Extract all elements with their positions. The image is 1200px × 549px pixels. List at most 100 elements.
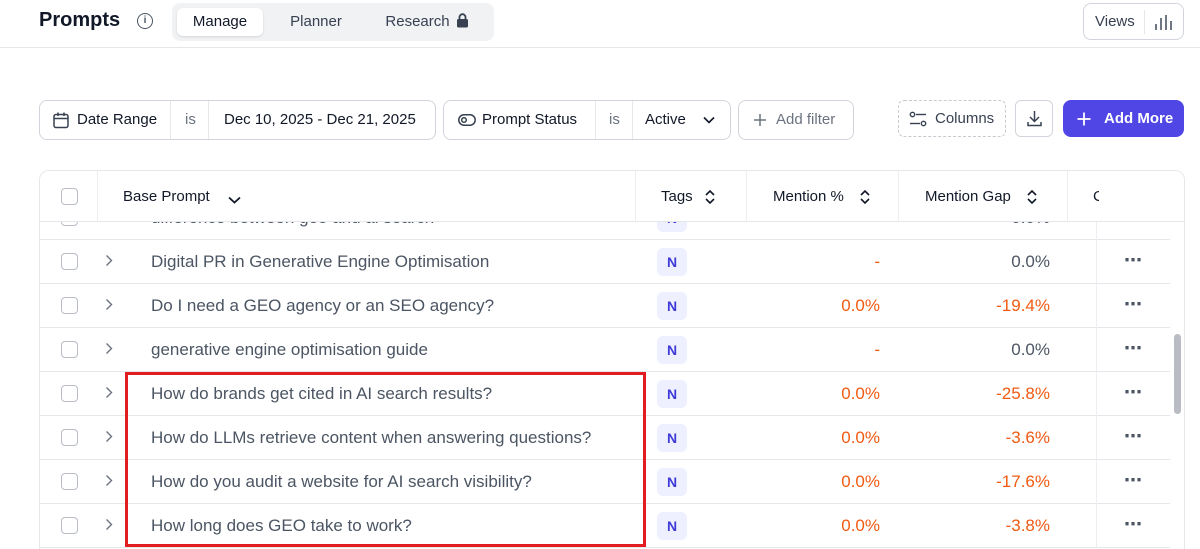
sort-icon (1027, 190, 1037, 204)
chevron-down-icon (228, 196, 241, 204)
columns-button[interactable]: Columns (898, 100, 1006, 137)
row-prompt[interactable]: difference between geo and ai search (151, 222, 434, 240)
table-row[interactable]: How do brands get cited in AI search res… (40, 372, 1170, 416)
views-divider (1144, 10, 1145, 34)
chevron-right-icon[interactable] (105, 342, 113, 355)
add-filter-button[interactable]: Add filter (738, 100, 854, 140)
more-actions-icon[interactable]: ⋯ (1124, 295, 1142, 313)
table-row[interactable]: How do you audit a website for AI search… (40, 460, 1170, 504)
separator (170, 101, 171, 139)
row-checkbox[interactable] (61, 429, 78, 446)
plus-icon (1077, 112, 1091, 126)
sliders-icon (909, 111, 927, 127)
more-actions-icon[interactable]: ⋯ (1124, 471, 1142, 489)
table-header: Base Prompt Tags Mention % Mention Gap C (40, 171, 1184, 222)
date-range-filter[interactable]: Date Range is Dec 10, 2025 - Dec 21, 202… (39, 100, 436, 140)
column-mention-percent[interactable]: Mention % (773, 171, 870, 222)
row-mention-percent: 0.0% (841, 296, 880, 315)
bar-chart-icon (1155, 15, 1172, 30)
calendar-icon (53, 112, 69, 129)
tag-badge[interactable]: N (657, 424, 687, 452)
separator (632, 101, 633, 139)
tag-badge[interactable]: N (657, 380, 687, 408)
tag-badge[interactable]: N (657, 222, 687, 232)
toggle-icon (458, 114, 476, 126)
row-prompt[interactable]: How do brands get cited in AI search res… (151, 372, 492, 416)
table-row[interactable]: Do I need a GEO agency or an SEO agency?… (40, 284, 1170, 328)
row-checkbox[interactable] (61, 341, 78, 358)
chevron-down-icon (703, 116, 715, 124)
row-checkbox[interactable] (61, 253, 78, 270)
column-tags-label: Tags (661, 188, 693, 205)
column-mention-gap-label: Mention Gap (925, 188, 1011, 205)
row-checkbox[interactable] (61, 517, 78, 534)
row-prompt[interactable]: How do you audit a website for AI search… (151, 460, 532, 504)
separator (595, 101, 596, 139)
top-bar: Prompts i Manage Planner Research Views (0, 0, 1200, 48)
table-row[interactable]: generative engine optimisation guide N -… (40, 328, 1170, 372)
row-prompt[interactable]: generative engine optimisation guide (151, 328, 428, 372)
tag-badge[interactable]: N (657, 292, 687, 320)
chevron-right-icon[interactable] (105, 298, 113, 311)
plus-icon (754, 114, 766, 126)
more-actions-icon[interactable]: ⋯ (1124, 383, 1142, 401)
column-tags[interactable]: Tags (661, 171, 715, 222)
row-checkbox[interactable] (61, 385, 78, 402)
tab-research[interactable]: Research (372, 8, 482, 36)
row-mention-percent: 0.0% (841, 516, 880, 535)
row-prompt[interactable]: Digital PR in Generative Engine Optimisa… (151, 240, 489, 284)
page-title: Prompts (39, 9, 121, 31)
column-separator (1096, 328, 1097, 372)
tab-planner[interactable]: Planner (278, 8, 354, 36)
date-range-value[interactable]: Dec 10, 2025 - Dec 21, 2025 (224, 101, 416, 139)
column-cutoff: C (1093, 171, 1099, 222)
row-checkbox[interactable] (61, 222, 78, 226)
more-actions-icon[interactable]: ⋯ (1124, 427, 1142, 445)
column-separator (1096, 222, 1097, 240)
tag-badge[interactable]: N (657, 336, 687, 364)
date-range-operator[interactable]: is (185, 101, 196, 139)
column-base-prompt[interactable]: Base Prompt (123, 171, 241, 222)
table-row[interactable]: How do LLMs retrieve content when answer… (40, 416, 1170, 460)
row-checkbox[interactable] (61, 473, 78, 490)
chevron-right-icon[interactable] (105, 386, 113, 399)
table-row[interactable]: How long does GEO take to work? N 0.0% -… (40, 504, 1170, 548)
prompts-table: Base Prompt Tags Mention % Mention Gap C… (39, 170, 1185, 549)
chevron-right-icon[interactable] (105, 474, 113, 487)
tab-manage[interactable]: Manage (177, 8, 263, 36)
row-checkbox[interactable] (61, 297, 78, 314)
table-row[interactable]: Digital PR in Generative Engine Optimisa… (40, 240, 1170, 284)
download-button[interactable] (1015, 100, 1053, 137)
scrollbar-thumb[interactable] (1174, 334, 1181, 414)
prompt-status-operator[interactable]: is (609, 101, 620, 139)
column-separator (1096, 416, 1097, 460)
views-button[interactable]: Views (1083, 3, 1184, 40)
chevron-right-icon[interactable] (105, 254, 113, 267)
row-prompt[interactable]: How do LLMs retrieve content when answer… (151, 416, 591, 460)
select-all-checkbox[interactable] (61, 188, 78, 205)
row-mention-gap: -17.6% (996, 472, 1050, 491)
prompt-status-filter[interactable]: Prompt Status is Active (443, 100, 731, 140)
prompt-status-value[interactable]: Active (645, 101, 686, 139)
more-actions-icon[interactable]: ⋯ (1124, 515, 1142, 533)
column-separator (1096, 460, 1097, 504)
chevron-right-icon[interactable] (105, 430, 113, 443)
more-actions-icon[interactable]: ⋯ (1124, 251, 1142, 269)
column-separator (746, 171, 747, 222)
row-mention-percent: 0.0% (841, 384, 880, 403)
more-actions-icon[interactable]: ⋯ (1124, 339, 1142, 357)
table-row[interactable]: difference between geo and ai search N 0… (40, 222, 1170, 240)
tag-badge[interactable]: N (657, 512, 687, 540)
row-prompt[interactable]: Do I need a GEO agency or an SEO agency? (151, 284, 494, 328)
views-label: Views (1095, 13, 1135, 30)
tag-badge[interactable]: N (657, 248, 687, 276)
row-mention-gap: -25.8% (996, 384, 1050, 403)
column-mention-gap[interactable]: Mention Gap (925, 171, 1037, 222)
row-prompt[interactable]: How long does GEO take to work? (151, 504, 412, 548)
info-icon[interactable]: i (137, 13, 153, 29)
download-icon (1027, 111, 1042, 127)
tag-badge[interactable]: N (657, 468, 687, 496)
separator (208, 101, 209, 139)
chevron-right-icon[interactable] (105, 518, 113, 531)
add-more-button[interactable]: Add More (1063, 100, 1184, 137)
